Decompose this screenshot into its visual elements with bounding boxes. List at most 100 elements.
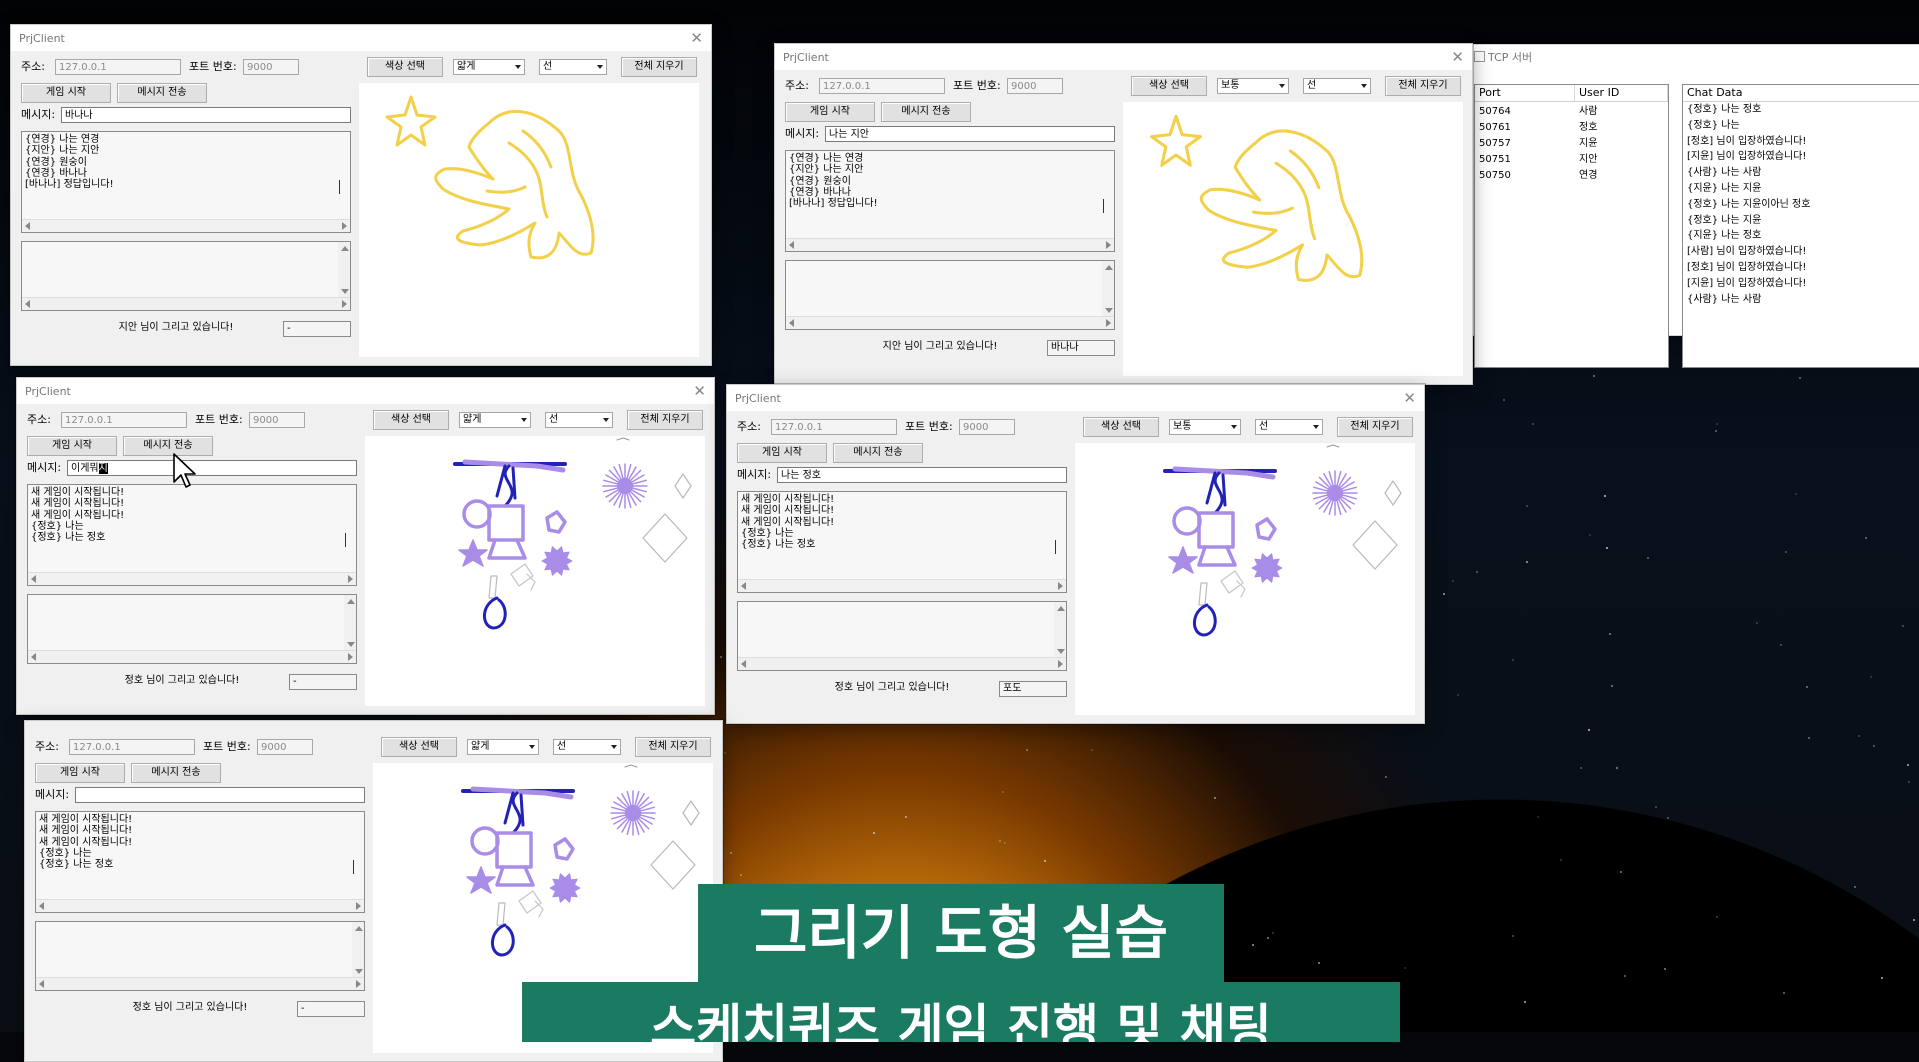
message-input[interactable]: 나는 정호 — [777, 467, 1067, 483]
game-start-button[interactable]: 게임 시작 — [737, 443, 827, 463]
clear-all-button[interactable]: 전체 지우기 — [627, 410, 703, 430]
scroll-left-icon[interactable] — [25, 222, 30, 230]
chevron-down-icon[interactable] — [529, 745, 535, 749]
game-start-button[interactable]: 게임 시작 — [21, 83, 111, 103]
scroll-right-icon[interactable] — [342, 300, 347, 308]
scroll-down-icon[interactable] — [355, 969, 363, 974]
vertical-scrollbar[interactable] — [344, 595, 356, 651]
scroll-left-icon[interactable] — [39, 902, 44, 910]
scroll-up-icon[interactable] — [1105, 265, 1113, 270]
scroll-left-icon[interactable] — [31, 575, 36, 583]
clear-all-button[interactable]: 전체 지우기 — [621, 57, 697, 77]
scroll-right-icon[interactable] — [1106, 241, 1111, 249]
thickness-select[interactable]: 보통 — [1169, 419, 1241, 435]
horizontal-scrollbar[interactable] — [28, 650, 356, 663]
scroll-right-icon[interactable] — [1106, 319, 1111, 327]
drawing-canvas[interactable] — [359, 83, 699, 357]
scroll-down-icon[interactable] — [1057, 649, 1065, 654]
horizontal-scrollbar[interactable] — [22, 219, 350, 232]
horizontal-scrollbar[interactable] — [738, 657, 1066, 670]
port-field[interactable]: 9000 — [1007, 78, 1063, 94]
clear-all-button[interactable]: 전체 지우기 — [635, 737, 711, 757]
horizontal-scrollbar[interactable] — [738, 579, 1066, 592]
horizontal-scrollbar[interactable] — [36, 977, 364, 990]
chevron-down-icon[interactable] — [597, 65, 603, 69]
scroll-right-icon[interactable] — [348, 653, 353, 661]
scroll-up-icon[interactable] — [347, 599, 355, 604]
chevron-down-icon[interactable] — [515, 65, 521, 69]
shape-select[interactable]: 선 — [539, 59, 607, 75]
column-header-userid[interactable]: User ID — [1575, 85, 1668, 101]
scroll-right-icon[interactable] — [356, 980, 361, 988]
horizontal-scrollbar[interactable] — [22, 297, 350, 310]
scroll-right-icon[interactable] — [348, 575, 353, 583]
shape-select[interactable]: 선 — [553, 739, 621, 755]
send-message-button[interactable]: 메시지 전송 — [881, 102, 971, 122]
clear-all-button[interactable]: 전체 지우기 — [1385, 76, 1461, 96]
scroll-right-icon[interactable] — [1058, 660, 1063, 668]
vertical-scrollbar[interactable] — [1055, 540, 1056, 554]
user-list-box[interactable] — [785, 260, 1115, 330]
window-titlebar[interactable]: PrjClient ✕ — [775, 44, 1472, 70]
port-field[interactable]: 9000 — [959, 419, 1015, 435]
message-input[interactable]: 이게뭐지 — [67, 460, 357, 476]
answer-field[interactable]: - — [289, 674, 357, 690]
scroll-left-icon[interactable] — [31, 653, 36, 661]
vertical-scrollbar[interactable] — [338, 242, 350, 298]
answer-field[interactable]: 바나나 — [1047, 340, 1115, 356]
horizontal-scrollbar[interactable] — [28, 572, 356, 585]
scroll-down-icon[interactable] — [341, 289, 349, 294]
close-icon[interactable]: ✕ — [693, 382, 706, 400]
chevron-down-icon[interactable] — [603, 418, 609, 422]
send-message-button[interactable]: 메시지 전송 — [833, 443, 923, 463]
shape-select[interactable]: 선 — [1303, 78, 1371, 94]
scroll-right-icon[interactable] — [342, 222, 347, 230]
vertical-scrollbar[interactable] — [1103, 199, 1104, 213]
clear-all-button[interactable]: 전체 지우기 — [1337, 417, 1413, 437]
address-field[interactable]: 127.0.0.1 — [69, 739, 195, 755]
chat-log-list[interactable]: {연경} 나는 연경 {지안} 나는 지안 {연경} 원숭이 {연경} 바나나 [바나나… — [785, 150, 1115, 252]
chevron-down-icon[interactable] — [611, 745, 617, 749]
horizontal-scrollbar[interactable] — [786, 316, 1114, 329]
game-start-button[interactable]: 게임 시작 — [27, 436, 117, 456]
user-list-box[interactable] — [35, 921, 365, 991]
client-row[interactable]: 50757 지윤 — [1475, 137, 1668, 150]
chat-log-list[interactable]: {연경} 나는 연경 {지안} 나는 지안 {연경} 원숭이 {연경} 바나나 [바나나… — [21, 131, 351, 233]
user-list-box[interactable] — [737, 601, 1067, 671]
drawing-canvas[interactable] — [365, 436, 705, 706]
scroll-left-icon[interactable] — [25, 300, 30, 308]
color-select-button[interactable]: 색상 선택 — [367, 57, 443, 77]
scroll-down-icon[interactable] — [347, 642, 355, 647]
send-message-button[interactable]: 메시지 전송 — [123, 436, 213, 456]
message-input[interactable]: 나는 지안 — [825, 126, 1115, 142]
send-message-button[interactable]: 메시지 전송 — [117, 83, 207, 103]
window-titlebar[interactable]: PrjClient ✕ — [727, 385, 1424, 411]
scroll-left-icon[interactable] — [741, 660, 746, 668]
answer-field[interactable]: - — [283, 321, 351, 337]
scroll-down-icon[interactable] — [1105, 308, 1113, 313]
vertical-scrollbar[interactable] — [339, 180, 340, 194]
client-row[interactable]: 50750 연경 — [1475, 169, 1668, 182]
user-list-box[interactable] — [21, 241, 351, 311]
color-select-button[interactable]: 색상 선택 — [373, 410, 449, 430]
address-field[interactable]: 127.0.0.1 — [55, 59, 181, 75]
chat-log-list[interactable]: 새 게임이 시작됩니다! 새 게임이 시작됩니다! 새 게임이 시작됩니다! {정호}… — [27, 484, 357, 586]
message-input[interactable]: 바나나 — [61, 107, 351, 123]
thickness-select[interactable]: 얇게 — [453, 59, 525, 75]
shape-select[interactable]: 선 — [545, 412, 613, 428]
scroll-right-icon[interactable] — [1058, 582, 1063, 590]
answer-field[interactable]: 포도 — [999, 681, 1067, 697]
chevron-down-icon[interactable] — [1279, 84, 1285, 88]
port-field[interactable]: 9000 — [257, 739, 313, 755]
client-row[interactable]: 50751 지안 — [1475, 153, 1668, 166]
scroll-left-icon[interactable] — [789, 241, 794, 249]
thickness-select[interactable]: 보통 — [1217, 78, 1289, 94]
color-select-button[interactable]: 색상 선택 — [1131, 76, 1207, 96]
chevron-down-icon[interactable] — [1313, 425, 1319, 429]
close-icon[interactable]: ✕ — [1451, 48, 1464, 66]
port-field[interactable]: 9000 — [249, 412, 305, 428]
address-field[interactable]: 127.0.0.1 — [771, 419, 897, 435]
send-message-button[interactable]: 메시지 전송 — [131, 763, 221, 783]
color-select-button[interactable]: 색상 선택 — [381, 737, 457, 757]
answer-field[interactable]: - — [297, 1001, 365, 1017]
